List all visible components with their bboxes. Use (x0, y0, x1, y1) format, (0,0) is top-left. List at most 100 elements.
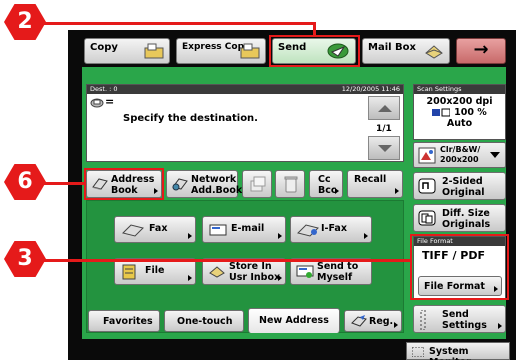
cc-label: Cc (318, 174, 331, 185)
ifax-button[interactable]: I-Fax (290, 216, 372, 243)
two-sided-label-2: Original (442, 187, 485, 198)
file-button[interactable]: File (114, 258, 196, 285)
send-settings-button[interactable]: Send Settings (413, 305, 506, 333)
system-monitor-icon (412, 347, 424, 357)
submenu-arrow-icon (395, 188, 399, 194)
next-arrow-button[interactable]: → (456, 38, 506, 64)
submenu-arrow-icon (394, 322, 398, 328)
inbox-icon (209, 266, 225, 278)
callout-2-connector (313, 22, 316, 36)
fax-label: Fax (149, 223, 168, 234)
file-label: File (145, 265, 165, 276)
send-tab-highlight (269, 35, 360, 67)
one-touch-label: One-touch (177, 316, 233, 327)
tab-mail-box-label: Mail Box (368, 42, 416, 53)
send-myself-label-2: Myself (317, 272, 353, 283)
fax-icon (122, 224, 144, 237)
dots-icon (420, 310, 426, 330)
store-label-1: Store In (229, 261, 272, 272)
callout-badge-2: 2 (4, 4, 46, 40)
express-copy-icon (240, 43, 260, 59)
callout-3-line (40, 259, 412, 262)
down-arrow-icon (378, 145, 392, 152)
send-myself-label-1: Send to (317, 261, 359, 272)
network-label-1: Network (191, 174, 237, 185)
submenu-arrow-icon (335, 188, 339, 194)
diff-size-icon (418, 210, 436, 226)
destination-list: Dest. : 0 12/20/2005 11:46 = Specify the… (86, 84, 404, 162)
fax-button[interactable]: Fax (114, 216, 196, 243)
page-indicator: 1/1 (376, 124, 392, 134)
email-label: E-mail (231, 223, 265, 234)
send-to-myself-button[interactable]: Send to Myself (290, 258, 372, 285)
two-sided-original-button[interactable]: 2-Sided Original (413, 172, 506, 200)
send-to-myself-icon (296, 265, 314, 278)
submenu-arrow-icon (278, 275, 282, 281)
email-icon (209, 224, 227, 236)
address-book-highlight (84, 168, 164, 200)
destination-header: Dest. : 0 12/20/2005 11:46 (87, 85, 403, 94)
diff-size-label-2: Originals (442, 219, 491, 230)
store-label-2: Usr Inbox (229, 272, 281, 283)
store-in-user-inbox-button[interactable]: Store In Usr Inbox (202, 258, 286, 285)
details-button[interactable] (242, 170, 272, 198)
right-arrow-icon: → (473, 39, 489, 60)
ifax-icon (297, 224, 319, 237)
copy-icon (144, 43, 164, 59)
scan-mode: Auto (446, 118, 473, 129)
trash-icon (284, 176, 298, 193)
details-icon (250, 176, 266, 192)
callout-6-number: 6 (17, 169, 33, 194)
color-mode-line2: 200x200 (440, 155, 479, 164)
network-label-2: Add.Book (191, 185, 243, 196)
tab-mail-box[interactable]: Mail Box (362, 38, 450, 64)
two-sided-label-1: 2-Sided (442, 176, 483, 187)
callout-3-number: 3 (17, 246, 33, 271)
new-address-label: New Address (259, 315, 329, 326)
tab-favorites[interactable]: Favorites (88, 310, 160, 332)
register-icon (351, 315, 367, 327)
register-button[interactable]: Reg. (344, 310, 402, 332)
submenu-arrow-icon (188, 275, 192, 281)
tab-express-copy[interactable]: Express Copy (176, 38, 266, 64)
different-size-originals-button[interactable]: Diff. Size Originals (413, 204, 506, 232)
cc-bcc-button[interactable]: Cc Bcc (309, 170, 343, 198)
tab-new-address[interactable]: New Address (248, 308, 340, 333)
color-mode-label: Clr/B&W/ 200x200 (440, 145, 480, 165)
callout-2-line (34, 22, 316, 25)
callout-6-line (40, 182, 86, 185)
date-time: 12/20/2005 11:46 (341, 85, 400, 93)
system-monitor-label: System Monitor (429, 346, 471, 360)
callout-2-number: 2 (17, 9, 33, 34)
tab-copy[interactable]: Copy (84, 38, 170, 64)
paper-size-icon (432, 108, 451, 117)
network-address-book-button[interactable]: Network Add.Book (166, 170, 243, 198)
callout-badge-3: 3 (4, 241, 46, 277)
recall-button[interactable]: Recall (347, 170, 403, 198)
mail-box-icon (425, 45, 443, 59)
scan-zoom: 100 % (454, 107, 487, 118)
send-settings-label-1: Send (442, 309, 469, 320)
scroll-up-button[interactable] (368, 96, 400, 120)
scroll-down-button[interactable] (368, 136, 400, 160)
diff-size-label-1: Diff. Size (442, 208, 490, 219)
tab-one-touch[interactable]: One-touch (164, 310, 244, 332)
email-button[interactable]: E-mail (202, 216, 286, 243)
destination-icon (90, 98, 104, 108)
two-sided-icon (418, 178, 436, 194)
scan-settings-panel: Scan Settings 200x200 dpi 100 % Auto (413, 84, 506, 140)
up-arrow-icon (378, 105, 392, 112)
send-settings-label-2: Settings (442, 320, 487, 331)
destination-message: Specify the destination. (123, 113, 258, 124)
callout-badge-6: 6 (4, 164, 46, 200)
destination-equals: = (105, 95, 115, 108)
submenu-arrow-icon (364, 233, 368, 239)
scan-resolution: 200x200 dpi (426, 96, 493, 107)
tab-copy-label: Copy (90, 42, 118, 53)
delete-button[interactable] (275, 170, 305, 198)
favorites-label: Favorites (103, 316, 153, 327)
color-mode-select[interactable]: Clr/B&W/ 200x200 (413, 142, 506, 168)
system-monitor-button[interactable]: System Monitor (406, 342, 510, 360)
scan-zoom-row: 100 % (414, 107, 505, 118)
submenu-arrow-icon (188, 233, 192, 239)
